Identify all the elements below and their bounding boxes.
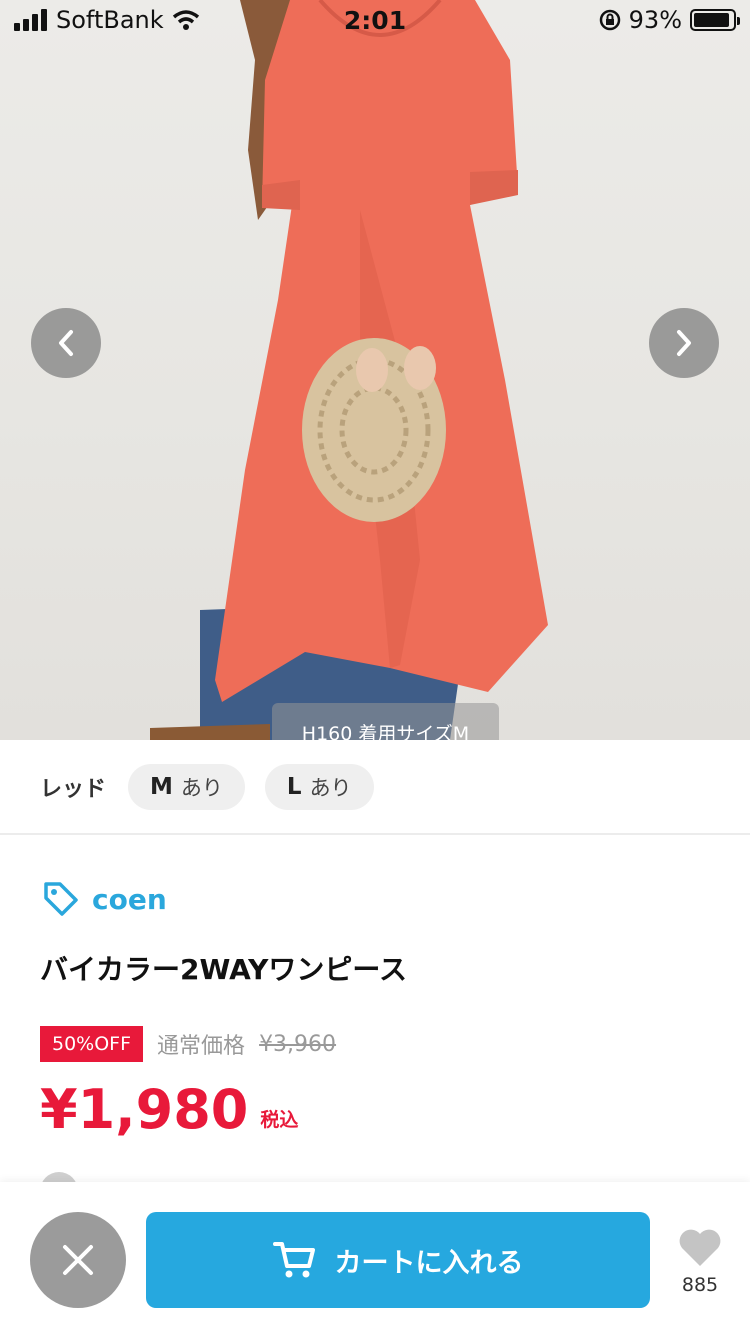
chevron-left-icon [59, 330, 73, 356]
size-label: M [150, 773, 173, 800]
favorite-button[interactable]: 885 [668, 1226, 732, 1296]
heart-icon [679, 1229, 721, 1266]
size-chip-l[interactable]: L あり [264, 763, 374, 810]
tax-label: 税込 [260, 1109, 299, 1131]
favorite-count: 885 [681, 1274, 719, 1296]
product-title: バイカラー2WAYワンピース [40, 953, 407, 986]
size-chip-m[interactable]: M あり [128, 763, 245, 810]
battery-fill [694, 13, 730, 27]
variation-row: レッド M あり L あり [0, 740, 750, 835]
chevron-right-icon [677, 330, 691, 356]
gallery-next-button[interactable] [649, 308, 719, 378]
tag-icon [44, 882, 78, 916]
stock-label: あり [309, 775, 352, 800]
product-image-carousel[interactable]: SoftBank 2:01 93% H160 着用サイズM [0, 0, 750, 740]
image-caption: H160 着用サイズM [272, 703, 499, 740]
stock-label: あり [180, 775, 223, 800]
cart-icon [272, 1242, 315, 1278]
status-right: 93% [599, 6, 740, 34]
battery-icon [690, 9, 740, 31]
battery-percent: 93% [628, 6, 682, 34]
regular-price: ¥3,960 [259, 1031, 337, 1057]
status-bar: SoftBank 2:01 93% [0, 0, 750, 40]
add-to-cart-button[interactable]: カートに入れる [146, 1212, 650, 1308]
size-label: L [286, 773, 302, 800]
close-button[interactable] [30, 1212, 126, 1308]
regular-price-label: 通常価格 [157, 1034, 246, 1059]
sale-price: ¥1,980 [40, 1078, 249, 1141]
bottom-action-bar: カートに入れる 885 [0, 1182, 750, 1334]
product-photo [150, 0, 548, 740]
rotation-lock-icon [599, 9, 620, 31]
color-label: レッド [40, 776, 107, 802]
brand-link[interactable]: coen [42, 880, 167, 918]
discount-row: 50%OFF 通常価格 ¥3,960 [40, 1026, 336, 1062]
gallery-prev-button[interactable] [31, 308, 101, 378]
brand-name: coen [92, 882, 167, 916]
price-row: ¥1,980 税込 [40, 1078, 298, 1142]
close-icon [63, 1245, 93, 1275]
discount-badge: 50%OFF [40, 1026, 144, 1062]
add-to-cart-label: カートに入れる [334, 1247, 524, 1279]
